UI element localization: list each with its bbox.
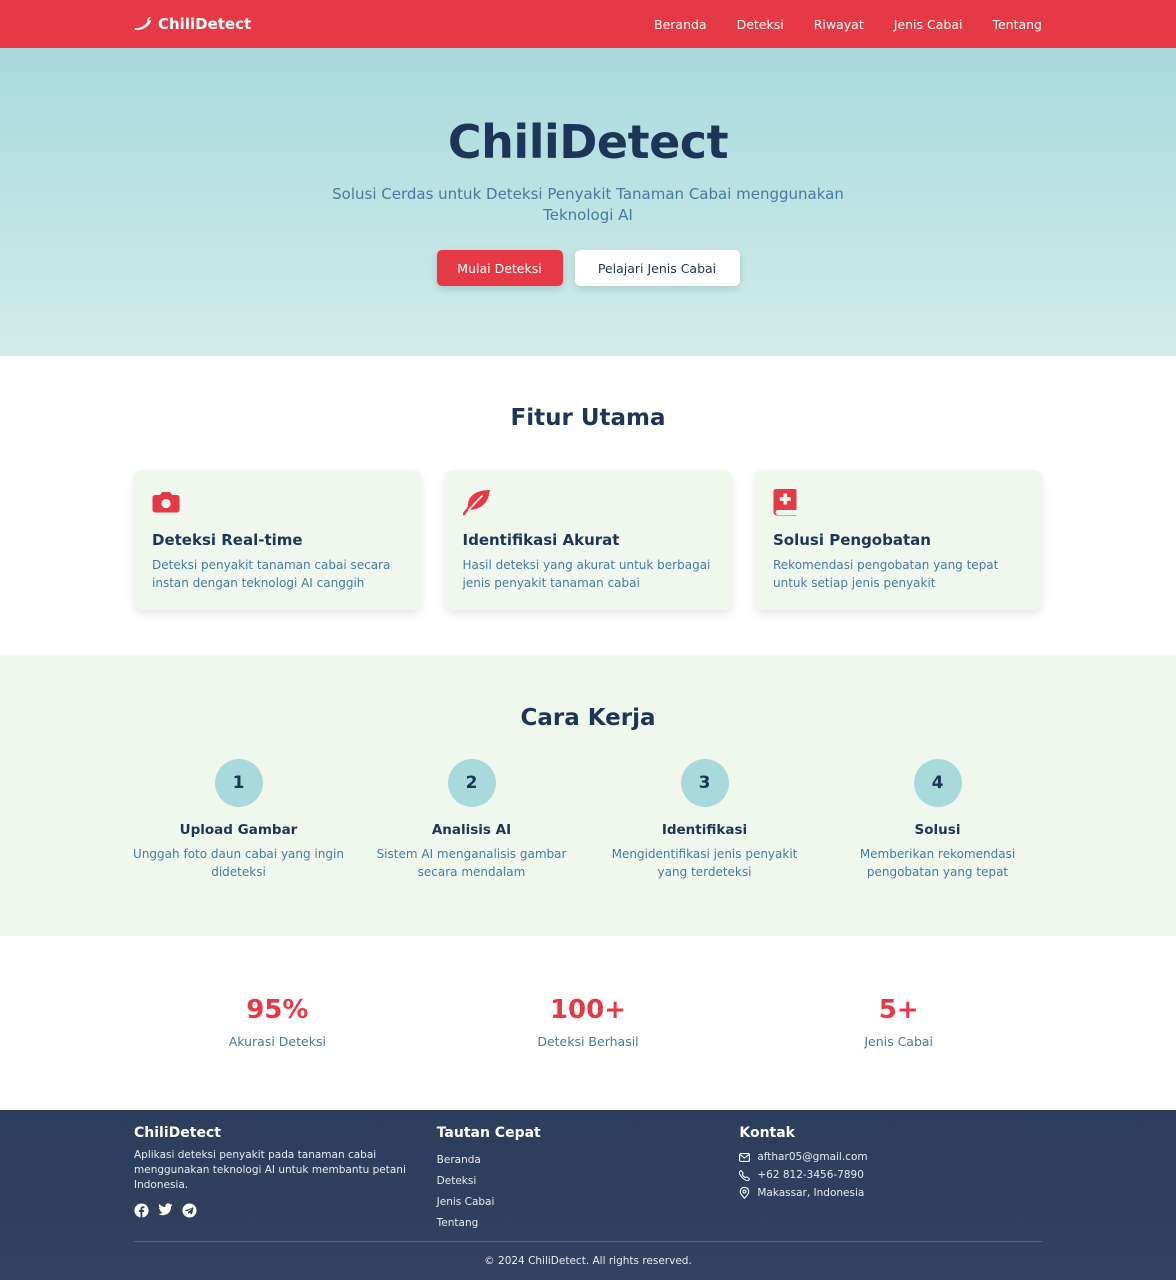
step-title: Solusi [914, 822, 961, 838]
step-number: 3 [680, 759, 729, 807]
telegram-icon[interactable] [182, 1203, 197, 1218]
brand-name: ChiliDetect [158, 15, 252, 33]
contact-email-text: afthar05@gmail.com [757, 1151, 868, 1163]
step-description: Sistem AI menganalisis gambar secara men… [376, 847, 567, 879]
feature-cards: Deteksi Real-time Deteksi penyakit tanam… [134, 470, 1042, 610]
footer-about-text: Aplikasi deteksi penyakit pada tanaman c… [134, 1149, 406, 1191]
phone-icon [739, 1169, 751, 1181]
how-it-works-title: Cara Kerja [520, 705, 656, 731]
step-description: Mengidentifikasi jenis penyakit yang ter… [611, 847, 798, 879]
nav-link-riwayat[interactable]: Riwayat [814, 17, 864, 32]
navbar-inner: ChiliDetect Beranda Deteksi Riwayat Jeni… [134, 0, 1042, 48]
location-pin-icon [739, 1187, 750, 1199]
steps: 1 Upload Gambar Unggah foto daun cabai y… [122, 759, 1054, 881]
stats-section: 95% Akurasi Deteksi 100+ Deteksi Berhasi… [0, 936, 1176, 1110]
nav-link-beranda[interactable]: Beranda [654, 17, 707, 32]
hero-title: ChiliDetect [447, 115, 729, 169]
feature-title: Deteksi Real-time [152, 531, 303, 549]
stat-chili-types: 5+ Jenis Cabai [743, 994, 1054, 1049]
footer: ChiliDetect Aplikasi deteksi penyakit pa… [0, 1110, 1176, 1280]
footer-contact: Kontak afthar05@gmail.com +62 812-3456-7… [739, 1124, 1042, 1241]
step-upload: 1 Upload Gambar Unggah foto daun cabai y… [122, 759, 355, 881]
twitter-icon[interactable] [158, 1203, 173, 1218]
contact-address-text: Makassar, Indonesia [757, 1187, 865, 1199]
features-title: Fitur Utama [510, 405, 666, 431]
footer-quick-links: Tautan Cepat Beranda Deteksi Jenis Cabai… [437, 1124, 740, 1241]
footer-brand: ChiliDetect [134, 1125, 221, 1141]
contact-list: afthar05@gmail.com +62 812-3456-7890 Mak… [739, 1148, 1042, 1202]
nav-links: Beranda Deteksi Riwayat Jenis Cabai Tent… [624, 17, 1042, 32]
footer-link-beranda[interactable]: Beranda [437, 1150, 740, 1171]
footer-columns: ChiliDetect Aplikasi deteksi penyakit pa… [134, 1110, 1042, 1241]
stat-label: Jenis Cabai [864, 1034, 934, 1049]
feature-description: Hasil deteksi yang akurat untuk berbagai… [462, 558, 711, 590]
features-section: Fitur Utama Deteksi Real-time Deteksi pe… [0, 356, 1176, 655]
learn-chili-types-button[interactable]: Pelajari Jenis Cabai [574, 250, 740, 286]
footer-link-tentang[interactable]: Tentang [437, 1213, 740, 1234]
feature-title: Identifikasi Akurat [462, 531, 620, 549]
feature-description: Deteksi penyakit tanaman cabai secara in… [152, 558, 391, 590]
contact-address: Makassar, Indonesia [739, 1184, 1042, 1202]
step-number: 1 [214, 759, 263, 807]
step-solution: 4 Solusi Memberikan rekomendasi pengobat… [821, 759, 1054, 881]
footer-inner: ChiliDetect Aplikasi deteksi penyakit pa… [134, 1110, 1042, 1267]
step-number: 4 [913, 759, 962, 807]
camera-icon [152, 492, 180, 513]
feature-card-treatment: Solusi Pengobatan Rekomendasi pengobatan… [755, 470, 1042, 610]
stat-value: 95% [246, 995, 309, 1025]
footer-contact-title: Kontak [739, 1125, 795, 1141]
brand-link[interactable]: ChiliDetect [134, 15, 251, 33]
footer-link-jenis-cabai[interactable]: Jenis Cabai [437, 1192, 740, 1213]
contact-phone[interactable]: +62 812-3456-7890 [739, 1166, 1042, 1184]
leaf-icon [462, 490, 490, 516]
feature-card-accurate: Identifikasi Akurat Hasil deteksi yang a… [444, 470, 732, 610]
social-links [134, 1203, 437, 1218]
footer-link-deteksi[interactable]: Deteksi [437, 1171, 740, 1192]
stat-value: 100+ [549, 995, 627, 1025]
hero-section: ChiliDetect Solusi Cerdas untuk Deteksi … [0, 48, 1176, 356]
contact-phone-text: +62 812-3456-7890 [757, 1169, 864, 1181]
step-title: Analisis AI [431, 822, 512, 838]
hero-buttons: Mulai Deteksi Pelajari Jenis Cabai [0, 250, 1176, 286]
feature-title: Solusi Pengobatan [773, 531, 931, 549]
step-title: Upload Gambar [179, 822, 298, 838]
hero-subtitle: Solusi Cerdas untuk Deteksi Penyakit Tan… [332, 185, 844, 224]
contact-email[interactable]: afthar05@gmail.com [739, 1148, 1042, 1166]
stat-label: Deteksi Berhasil [537, 1034, 639, 1049]
copyright: © 2024 ChiliDetect. All rights reserved. [484, 1255, 692, 1267]
stats-row: 95% Akurasi Deteksi 100+ Deteksi Berhasi… [122, 936, 1054, 1049]
how-it-works-section: Cara Kerja 1 Upload Gambar Unggah foto d… [0, 655, 1176, 936]
footer-links-list: Beranda Deteksi Jenis Cabai Tentang [437, 1150, 740, 1234]
footer-links-title: Tautan Cepat [436, 1125, 541, 1141]
medical-book-icon [773, 489, 797, 516]
stat-value: 5+ [878, 995, 919, 1025]
feature-card-realtime: Deteksi Real-time Deteksi penyakit tanam… [134, 470, 421, 610]
step-description: Memberikan rekomendasi pengobatan yang t… [859, 847, 1016, 879]
step-number: 2 [447, 759, 496, 807]
step-analysis: 2 Analisis AI Sistem AI menganalisis gam… [355, 759, 588, 881]
navbar: ChiliDetect Beranda Deteksi Riwayat Jeni… [0, 0, 1176, 48]
envelope-icon [739, 1152, 751, 1162]
footer-about: ChiliDetect Aplikasi deteksi penyakit pa… [134, 1124, 437, 1241]
step-description: Unggah foto daun cabai yang ingin didete… [133, 847, 344, 879]
nav-link-deteksi[interactable]: Deteksi [737, 17, 784, 32]
chili-icon [134, 17, 151, 30]
nav-link-tentang[interactable]: Tentang [992, 17, 1042, 32]
stat-label: Akurasi Deteksi [228, 1034, 326, 1049]
stat-detections: 100+ Deteksi Berhasil [433, 994, 744, 1049]
nav-link-jenis-cabai[interactable]: Jenis Cabai [894, 17, 963, 32]
feature-description: Rekomendasi pengobatan yang tepat untuk … [773, 558, 999, 590]
facebook-icon[interactable] [134, 1203, 149, 1218]
stat-accuracy: 95% Akurasi Deteksi [122, 994, 433, 1049]
step-title: Identifikasi [661, 822, 748, 838]
start-detection-button[interactable]: Mulai Deteksi [436, 250, 563, 286]
step-identification: 3 Identifikasi Mengidentifikasi jenis pe… [588, 759, 821, 881]
